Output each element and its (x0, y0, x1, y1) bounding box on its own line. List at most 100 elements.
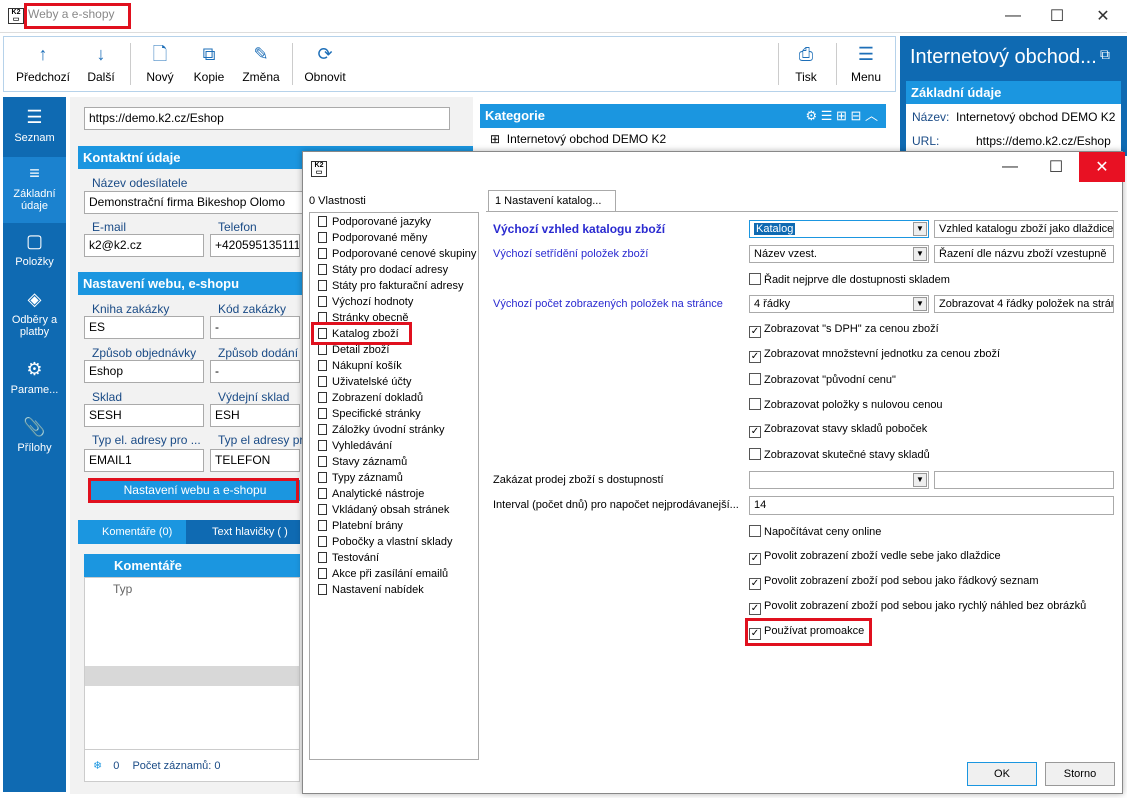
snowflake-icon[interactable]: ❄ (93, 760, 102, 772)
sort-select[interactable]: Název vzest. ▼ (749, 245, 929, 263)
url-field[interactable]: https://demo.k2.cz/Eshop (84, 107, 450, 130)
toolbar: ↑ Předchozí ↓ Další 🗋 Nový ⧉ Kopie ✎ Změna ⟳ O… (3, 36, 896, 92)
tree-item[interactable]: Nastavení nabídek (318, 584, 424, 596)
box-icon: ▢ (25, 231, 43, 251)
category-panel: Kategorie ⚙ ☰ ⊞ ⊟ ︿ ⊞ Internetový obchod… (480, 104, 886, 154)
document-icon (318, 248, 327, 259)
new-document-icon: 🗋 (152, 44, 168, 64)
tree-item[interactable]: Podporované jazyky (318, 216, 431, 228)
order-field[interactable]: Eshop (84, 360, 204, 383)
tree-item[interactable]: Uživatelské účty (318, 376, 411, 388)
option-checkbox[interactable]: ✓ Zobrazovat "s DPH" za cenou zboží (749, 323, 939, 338)
tree-item[interactable]: Testování (318, 552, 379, 564)
right-details: Název: Internetový obchod DEMO K2 URL: h… (906, 104, 1121, 156)
category-toolbar-icons[interactable]: ⚙ ☰ ⊞ ⊟ ︿ (805, 104, 878, 127)
forbid-select[interactable]: ▼ (749, 471, 929, 489)
dialog-maximize-icon[interactable]: ☐ (1033, 152, 1079, 182)
pencil-icon: ✎ (253, 44, 269, 64)
interval-field[interactable]: 14 (749, 496, 1114, 515)
maximize-icon[interactable]: ☐ (1034, 0, 1080, 32)
option-checkbox[interactable]: ✓ Povolit zobrazení zboží pod sebou jako … (749, 600, 1086, 615)
view-select[interactable]: Katalog ▼ (749, 220, 929, 238)
eaddr-field[interactable]: EMAIL1 (84, 449, 204, 472)
count-select[interactable]: 4 řádky ▼ (749, 295, 929, 313)
document-icon (318, 376, 327, 387)
nav-list[interactable]: ☰ Seznam (3, 107, 66, 153)
external-link-icon[interactable]: ⧉ (1100, 46, 1110, 63)
tab-header-text[interactable]: Text hlavičky ( ) (186, 520, 300, 544)
comments-table[interactable]: Typ ❄ 0 Počet záznamů: 0 (84, 577, 300, 782)
tree-item[interactable]: Státy pro dodací adresy (318, 264, 448, 276)
option-checkbox[interactable]: Zobrazovat skutečné stavy skladů (749, 448, 930, 461)
tab-comments[interactable]: Komentáře (0) (78, 520, 186, 544)
tree-item[interactable]: Nákupní košík (318, 360, 402, 372)
nav-parameters[interactable]: ⚙ Parame... (3, 359, 66, 405)
tree-item[interactable]: Akce při zasílání emailů (318, 568, 448, 580)
phone-field[interactable]: +420595135111 (210, 234, 300, 257)
cancel-button[interactable]: Storno (1045, 762, 1115, 786)
previous-button[interactable]: ↑ Předchozí (10, 37, 76, 91)
tree-item[interactable]: Platební brány (318, 520, 403, 532)
ok-button[interactable]: OK (967, 762, 1037, 786)
code-field[interactable]: - (210, 316, 300, 339)
minimize-icon[interactable]: — (990, 0, 1036, 32)
option-checkbox[interactable]: ✓ Zobrazovat množstevní jednotku za cenou… (749, 348, 1000, 363)
book-label: Kniha zakázky (92, 302, 170, 316)
checkmark-icon: ✓ (749, 426, 761, 438)
tree-item[interactable]: Zobrazení dokladů (318, 392, 423, 404)
nav-basic-data[interactable]: ≡ Základní údaje (3, 157, 66, 223)
next-button[interactable]: ↓ Další (78, 37, 124, 91)
option-checkbox[interactable]: Zobrazovat položky s nulovou cenou (749, 398, 943, 411)
option-checkbox[interactable]: ✓ Povolit zobrazení zboží vedle sebe jako… (749, 550, 1001, 565)
document-icon (318, 280, 327, 291)
eaddr2-label: Typ el adresy pr (218, 433, 304, 447)
dialog-minimize-icon[interactable]: — (987, 152, 1033, 182)
store-field[interactable]: SESH (84, 404, 204, 427)
checkmark-icon: ✓ (749, 578, 761, 590)
sender-field[interactable]: Demonstrační firma Bikeshop Olomo (84, 191, 324, 214)
tree-item[interactable]: Typy záznamů (318, 472, 403, 484)
nav-items[interactable]: ▢ Položky (3, 231, 66, 277)
tree-item[interactable]: Specifické stránky (318, 408, 421, 420)
tree-item[interactable]: Záložky úvodní stránky (318, 424, 445, 436)
document-icon (318, 216, 327, 227)
option-checkbox[interactable]: ✓ Zobrazovat stavy skladů poboček (749, 423, 927, 438)
refresh-button[interactable]: ⟳ Obnovit (298, 37, 352, 91)
eaddr-label: Typ el. adresy pro ... (92, 433, 201, 447)
document-icon (318, 264, 327, 275)
option-checkbox[interactable]: Zobrazovat "původní cenu" (749, 373, 896, 386)
title-bar: K2 ▭ Weby a e-shopy — ☐ ✕ (0, 0, 1127, 33)
tree-item[interactable]: Vkládaný obsah stránek (318, 504, 449, 516)
eaddr2-field[interactable]: TELEFON (210, 449, 300, 472)
properties-tree[interactable]: Podporované jazyky Podporované měny Podpor… (309, 212, 479, 760)
nav-attachments[interactable]: 📎 Přílohy (3, 417, 66, 463)
tree-item[interactable]: Analytické nástroje (318, 488, 424, 500)
print-button[interactable]: ⎙ Tisk (784, 37, 828, 91)
menu-button[interactable]: ☰ Menu (842, 37, 890, 91)
close-icon[interactable]: ✕ (1080, 0, 1126, 32)
email-field[interactable]: k2@k2.cz (84, 234, 204, 257)
category-item[interactable]: ⊞ Internetový obchod DEMO K2 (480, 128, 886, 150)
store-label: Sklad (92, 390, 123, 404)
tree-item[interactable]: Vyhledávání (318, 440, 392, 452)
tree-item[interactable]: Stavy záznamů (318, 456, 407, 468)
option-checkbox[interactable]: ✓ Povolit zobrazení zboží pod sebou jako … (749, 575, 1039, 590)
edit-button[interactable]: ✎ Změna (236, 37, 286, 91)
dialog-close-icon[interactable]: ✕ (1079, 152, 1125, 182)
tree-item[interactable]: Podporované měny (318, 232, 427, 244)
tree-item[interactable]: Pobočky a vlastní sklady (318, 536, 452, 548)
delivery-field[interactable]: - (210, 360, 300, 383)
nav-subscriptions[interactable]: ◈ Odběry a platby (3, 289, 66, 349)
tree-item[interactable]: Podporované cenové skupiny (318, 248, 476, 260)
copy-button[interactable]: ⧉ Kopie (186, 37, 232, 91)
tab-catalog-settings[interactable]: 1 Nastavení katalog... (488, 190, 616, 212)
tree-item[interactable]: Státy pro fakturační adresy (318, 280, 463, 292)
book-field[interactable]: ES (84, 316, 204, 339)
new-button[interactable]: 🗋 Nový (138, 37, 182, 91)
stock-first-checkbox[interactable]: Řadit nejprve dle dostupnosti skladem (749, 273, 950, 286)
option-checkbox[interactable]: Napočítávat ceny online (749, 525, 881, 538)
count-desc: Zobrazovat 4 řádky položek na strán (934, 295, 1114, 313)
issue-field[interactable]: ESH (210, 404, 300, 427)
tree-item[interactable]: Detail zboží (318, 344, 389, 356)
tree-item[interactable]: Výchozí hodnoty (318, 296, 413, 308)
